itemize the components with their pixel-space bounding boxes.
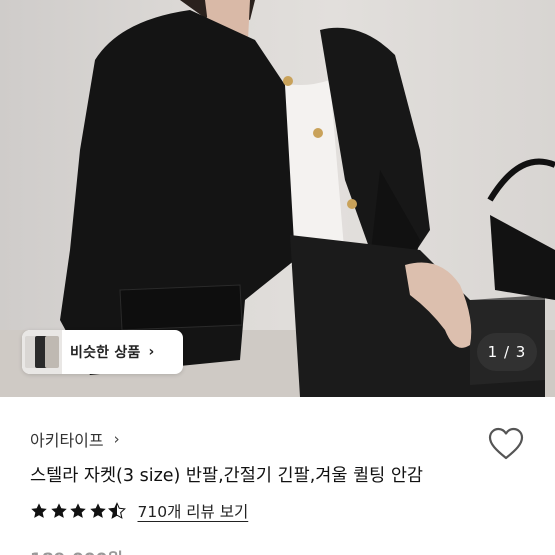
rating-row: 710개 리뷰 보기	[30, 500, 248, 522]
heart-icon[interactable]	[488, 427, 524, 461]
chevron-right-icon: ›	[113, 430, 120, 448]
image-page-indicator: 1 / 3	[477, 333, 537, 371]
similar-products-label: 비슷한 상품	[70, 345, 141, 361]
thumb-swatch-3	[45, 336, 59, 368]
shop-name: 아키타이프	[30, 431, 104, 450]
rating-stars	[30, 502, 128, 520]
star-filled-icon	[89, 503, 106, 518]
star-half-icon	[108, 502, 126, 519]
similar-products-thumbnail	[22, 330, 62, 374]
product-image-carousel[interactable]: 비슷한 상품 › 1 / 3	[0, 0, 555, 397]
product-title: 스텔라 자켓(3 size) 반팔,간절기 긴팔,겨울 퀼팅 안감	[30, 466, 424, 486]
reviews-link[interactable]: 710개 리뷰 보기	[138, 500, 249, 522]
star-filled-icon	[50, 503, 67, 518]
star-filled-icon	[31, 503, 47, 518]
product-price: 189,000원	[30, 545, 123, 555]
star-filled-icon	[70, 503, 86, 518]
similar-products-button[interactable]: 비슷한 상품 ›	[22, 330, 183, 374]
shop-link[interactable]: 아키타이프 ›	[30, 427, 120, 451]
chevron-right-icon: ›	[148, 344, 155, 360]
